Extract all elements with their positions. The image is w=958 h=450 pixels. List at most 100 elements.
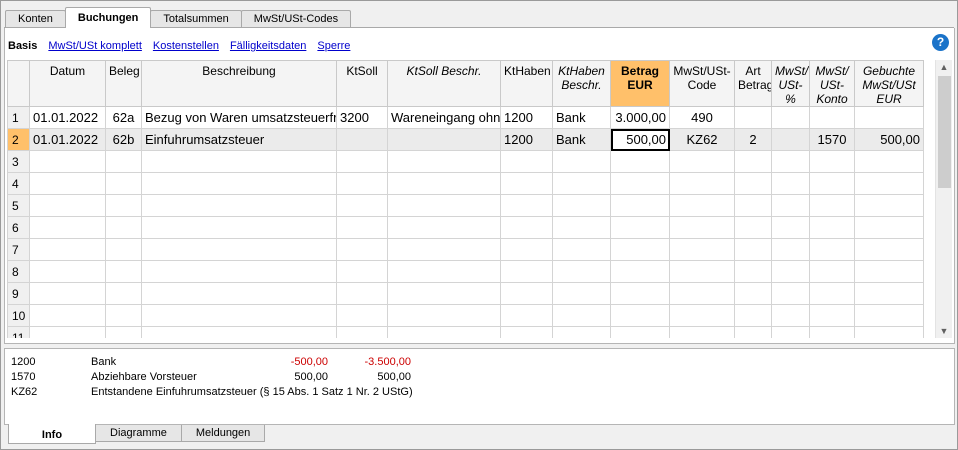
cell-art-betrag[interactable]: 2 (734, 128, 772, 151)
cell-ktsoll[interactable] (336, 282, 388, 305)
cell-kthaben[interactable] (500, 304, 553, 327)
cell-datum[interactable] (29, 304, 106, 327)
tab-diagramme[interactable]: Diagramme (95, 425, 182, 442)
cell-betrag[interactable] (610, 304, 670, 327)
cell-kthaben[interactable]: 1200 (500, 128, 553, 151)
row-number[interactable]: 11 (7, 326, 30, 338)
cell-beschreibung[interactable] (141, 150, 337, 173)
cell-mwst-code[interactable] (669, 238, 735, 261)
col-beleg-header[interactable]: Beleg (105, 60, 142, 107)
cell-gebuchte-mwst[interactable] (854, 238, 924, 261)
col-kthaben-beschr-header[interactable]: KtHaben Beschr. (552, 60, 611, 107)
cell-kthaben[interactable] (500, 216, 553, 239)
vertical-scrollbar[interactable]: ▲ ▼ (935, 60, 952, 338)
cell-kthaben[interactable] (500, 194, 553, 217)
cell-datum[interactable] (29, 150, 106, 173)
cell-ktsoll-beschr[interactable]: Wareneingang ohne (387, 106, 501, 129)
cell-beleg[interactable]: 62a (105, 106, 142, 129)
cell-kthaben-beschr[interactable] (552, 282, 611, 305)
cell-kthaben-beschr[interactable] (552, 150, 611, 173)
cell-datum[interactable] (29, 260, 106, 283)
cell-ktsoll[interactable] (336, 326, 388, 338)
cell-betrag[interactable]: 3.000,00 (610, 106, 670, 129)
cell-kthaben[interactable] (500, 172, 553, 195)
cell-gebuchte-mwst[interactable] (854, 106, 924, 129)
cell-mwst-code[interactable] (669, 282, 735, 305)
table-row[interactable]: 11 (7, 326, 924, 338)
table-row[interactable]: 10 (7, 304, 924, 327)
cell-art-betrag[interactable] (734, 194, 772, 217)
cell-art-betrag[interactable] (734, 150, 772, 173)
cell-mwst-code[interactable] (669, 304, 735, 327)
row-number[interactable]: 4 (7, 172, 30, 195)
table-row[interactable]: 5 (7, 194, 924, 217)
cell-beschreibung[interactable]: Bezug von Waren umsatzsteuerfrei (141, 106, 337, 129)
row-number[interactable]: 3 (7, 150, 30, 173)
cell-beschreibung[interactable] (141, 326, 337, 338)
cell-betrag[interactable] (610, 194, 670, 217)
cell-beschreibung[interactable] (141, 216, 337, 239)
table-row[interactable]: 6 (7, 216, 924, 239)
tab-konten[interactable]: Konten (5, 10, 66, 28)
cell-mwst-konto[interactable] (809, 304, 855, 327)
cell-mwst-konto[interactable] (809, 194, 855, 217)
cell-mwst-pct[interactable] (771, 128, 810, 151)
cell-mwst-pct[interactable] (771, 326, 810, 338)
cell-ktsoll[interactable] (336, 194, 388, 217)
cell-kthaben[interactable] (500, 282, 553, 305)
cell-kthaben-beschr[interactable] (552, 238, 611, 261)
cell-beschreibung[interactable] (141, 304, 337, 327)
row-number[interactable]: 10 (7, 304, 30, 327)
row-number[interactable]: 6 (7, 216, 30, 239)
cell-datum[interactable]: 01.01.2022 (29, 128, 106, 151)
cell-mwst-code[interactable] (669, 172, 735, 195)
help-icon[interactable]: ? (932, 34, 949, 51)
table-row[interactable]: 3 (7, 150, 924, 173)
cell-mwst-code[interactable] (669, 260, 735, 283)
tab-totalsummen[interactable]: Totalsummen (150, 10, 242, 28)
cell-ktsoll[interactable] (336, 304, 388, 327)
cell-mwst-konto[interactable] (809, 150, 855, 173)
cell-kthaben-beschr[interactable]: Bank (552, 128, 611, 151)
cell-beschreibung[interactable] (141, 260, 337, 283)
row-number[interactable]: 2 (7, 128, 30, 151)
cell-mwst-pct[interactable] (771, 260, 810, 283)
cell-mwst-pct[interactable] (771, 238, 810, 261)
col-mwst-konto-header[interactable]: MwSt/ USt-Konto (809, 60, 855, 107)
cell-betrag[interactable] (610, 216, 670, 239)
col-kthaben-header[interactable]: KtHaben (500, 60, 553, 107)
cell-gebuchte-mwst[interactable] (854, 260, 924, 283)
cell-beleg[interactable] (105, 150, 142, 173)
cell-mwst-konto[interactable] (809, 106, 855, 129)
row-number[interactable]: 5 (7, 194, 30, 217)
cell-ktsoll[interactable] (336, 150, 388, 173)
cell-beschreibung[interactable] (141, 238, 337, 261)
cell-betrag[interactable] (610, 260, 670, 283)
cell-art-betrag[interactable] (734, 326, 772, 338)
cell-betrag[interactable] (610, 238, 670, 261)
cell-mwst-konto[interactable] (809, 260, 855, 283)
cell-betrag[interactable] (610, 326, 670, 338)
cell-mwst-code[interactable] (669, 326, 735, 338)
cell-art-betrag[interactable] (734, 282, 772, 305)
cell-mwst-konto[interactable] (809, 238, 855, 261)
view-sperre[interactable]: Sperre (317, 40, 350, 52)
cell-ktsoll-beschr[interactable] (387, 128, 501, 151)
cell-ktsoll-beschr[interactable] (387, 172, 501, 195)
cell-gebuchte-mwst[interactable] (854, 216, 924, 239)
col-rownum-header[interactable] (7, 60, 30, 107)
cell-gebuchte-mwst[interactable] (854, 326, 924, 338)
col-ktsoll-beschr-header[interactable]: KtSoll Beschr. (387, 60, 501, 107)
chevron-up-icon[interactable]: ▲ (936, 60, 952, 74)
cell-ktsoll[interactable]: 3200 (336, 106, 388, 129)
tab-mwst-codes[interactable]: MwSt/USt-Codes (240, 10, 352, 28)
cell-art-betrag[interactable] (734, 238, 772, 261)
cell-beleg[interactable] (105, 194, 142, 217)
cell-beleg[interactable]: 62b (105, 128, 142, 151)
cell-beschreibung[interactable] (141, 172, 337, 195)
cell-mwst-pct[interactable] (771, 106, 810, 129)
cell-beleg[interactable] (105, 326, 142, 338)
cell-kthaben-beschr[interactable] (552, 194, 611, 217)
cell-ktsoll[interactable] (336, 216, 388, 239)
scrollbar-thumb[interactable] (938, 76, 951, 188)
